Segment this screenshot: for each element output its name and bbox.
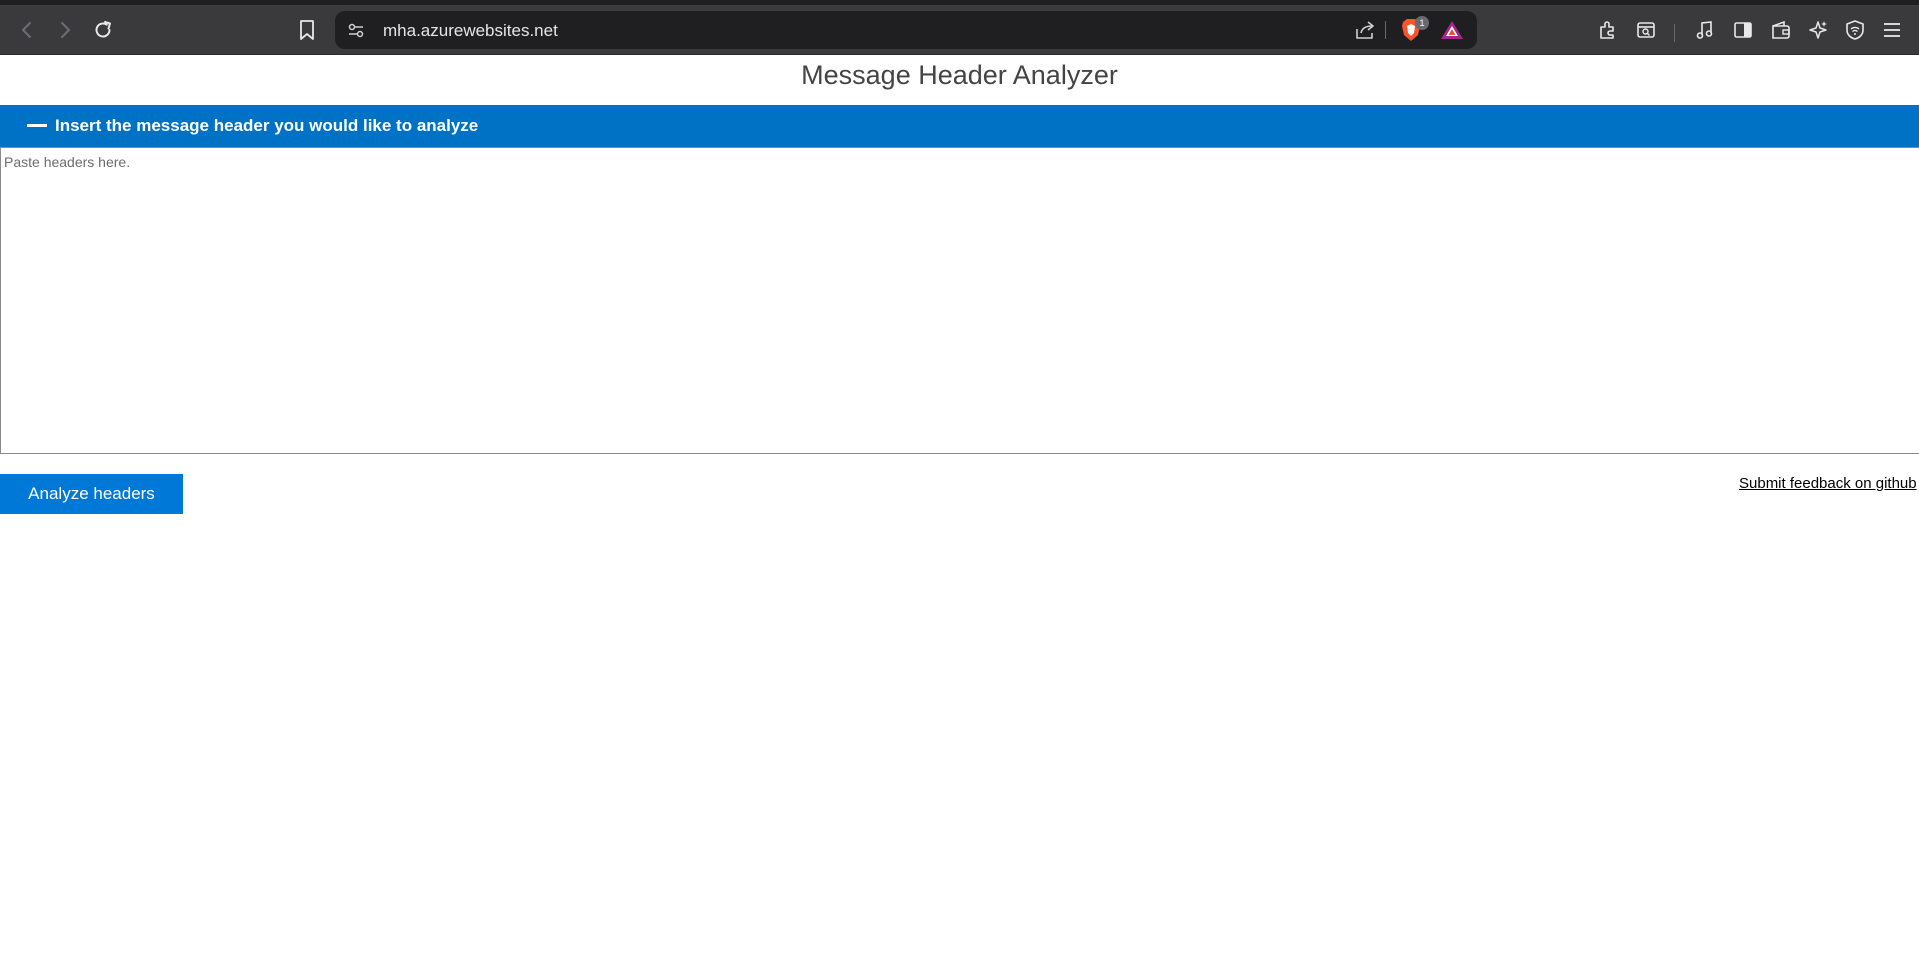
menu-icon[interactable] [1877, 15, 1907, 45]
reload-icon[interactable] [88, 15, 118, 45]
forward-icon[interactable] [50, 15, 80, 45]
section-header-label: Insert the message header you would like… [55, 116, 479, 135]
insert-headers-section-header[interactable]: Insert the message header you would like… [0, 105, 1919, 147]
vpn-icon[interactable] [1840, 15, 1870, 45]
analyze-headers-button[interactable]: Analyze headers [0, 474, 183, 514]
collapse-icon[interactable] [27, 124, 47, 127]
submit-feedback-link[interactable]: Submit feedback on github [1739, 475, 1917, 492]
brave-rewards-icon[interactable] [1439, 18, 1465, 42]
page-search-icon[interactable] [1631, 15, 1661, 45]
bookmark-icon[interactable] [292, 15, 322, 45]
headers-input[interactable] [0, 147, 1919, 454]
back-icon[interactable] [12, 15, 42, 45]
extensions-icon[interactable] [1593, 15, 1623, 45]
sidebar-icon[interactable] [1728, 15, 1758, 45]
site-info-icon[interactable] [345, 19, 367, 41]
toolbar-divider [1674, 24, 1675, 42]
url-text[interactable]: mha.azurewebsites.net [383, 21, 558, 41]
page-content: Message Header Analyzer Insert the messa… [0, 56, 1919, 961]
leo-ai-icon[interactable] [1803, 15, 1833, 45]
browser-toolbar: mha.azurewebsites.net 1 [0, 5, 1919, 55]
media-icon[interactable] [1690, 15, 1720, 45]
page-title: Message Header Analyzer [801, 60, 1118, 90]
wallet-icon[interactable] [1766, 15, 1796, 45]
address-bar[interactable]: mha.azurewebsites.net 1 [335, 11, 1477, 49]
address-divider [1385, 21, 1386, 39]
shield-count-badge: 1 [1415, 16, 1429, 30]
share-icon[interactable] [1353, 19, 1377, 41]
